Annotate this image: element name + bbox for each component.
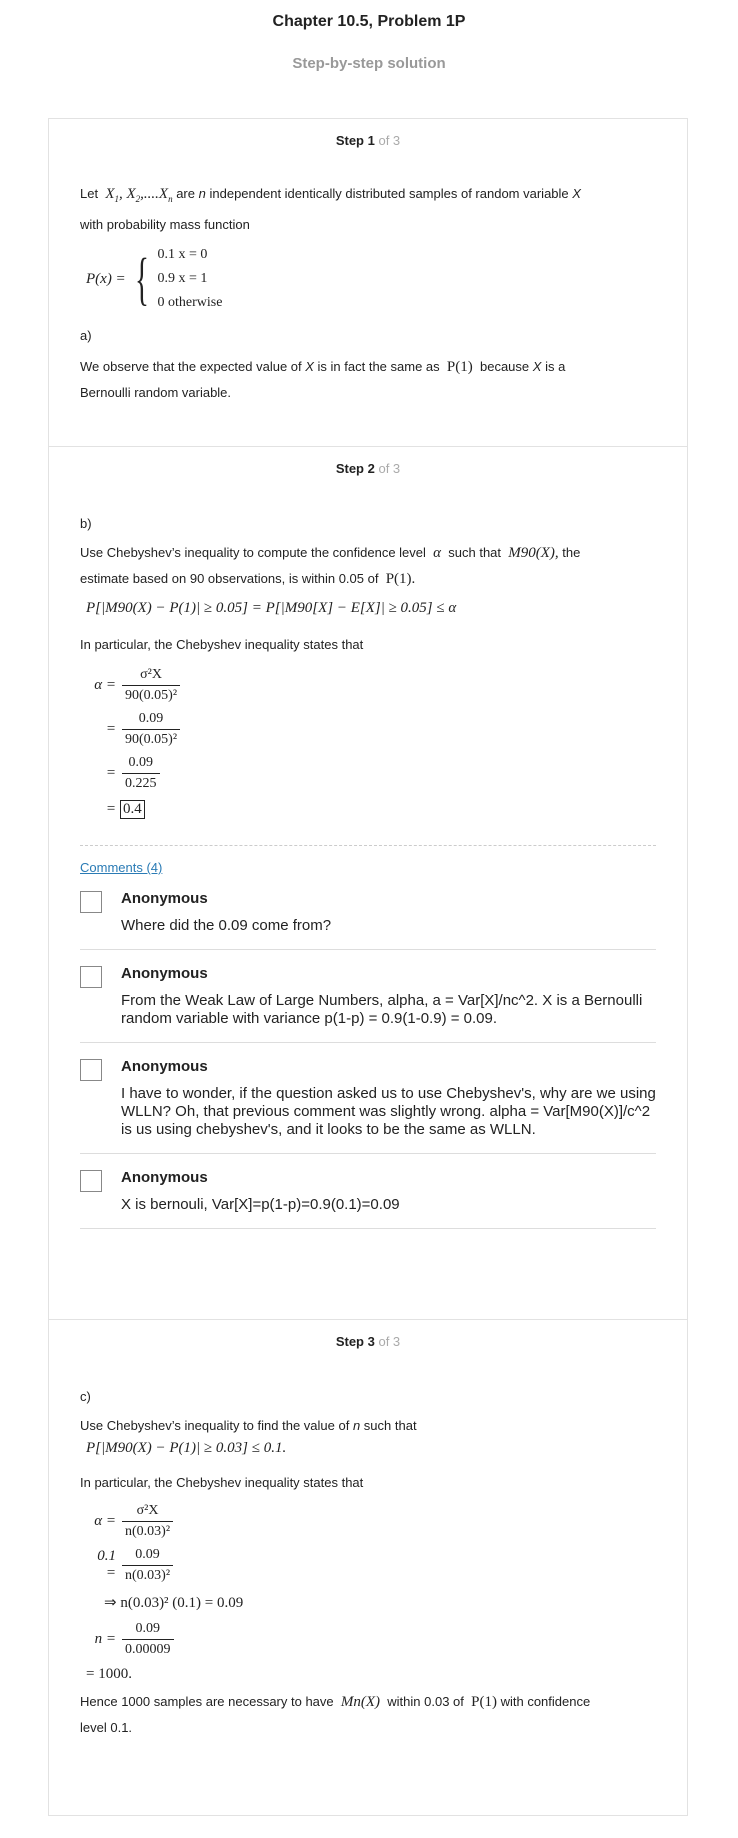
boxed-answer: 0.4 xyxy=(120,799,145,819)
eq-row: = 1000. xyxy=(86,1665,132,1682)
step-1: Step 1 of 3 Let X1, X2,....Xn are n inde… xyxy=(49,119,687,447)
comment-item: Anonymous I have to wonder, if the quest… xyxy=(80,1043,656,1154)
step-2-particular: In particular, the Chebyshev inequality … xyxy=(80,637,364,652)
step-2-intro: Use Chebyshev’s inequality to compute th… xyxy=(80,545,581,587)
step-3: Step 3 of 3 c) Use Chebyshev’s inequalit… xyxy=(49,1320,687,1815)
comment-author: Anonymous xyxy=(121,1169,208,1186)
step-1-observation: We observe that the expected value of X … xyxy=(80,359,566,400)
eq-row: n = 0.09 0.00009 xyxy=(86,1617,656,1661)
part-c-label: c) xyxy=(80,1389,91,1404)
step-2-equations: α = σ²X 90(0.05)² = 0.09 90(0.05)² = 0.09 0… xyxy=(86,663,656,823)
avatar xyxy=(80,1059,102,1081)
comment-text: Where did the 0.09 come from? xyxy=(121,917,332,934)
comment-text: X is bernouli, Var[X]=p(1-p)=0.9(0.1)=0.… xyxy=(121,1196,400,1213)
comments-list: Anonymous Where did the 0.09 come from? … xyxy=(80,875,656,1229)
step-3-header: Step 3 of 3 xyxy=(335,1334,401,1349)
page-subtitle: Step-by-step solution xyxy=(292,55,446,72)
avatar xyxy=(80,966,102,988)
step-3-intro: Use Chebyshev’s inequality to find the v… xyxy=(80,1418,417,1433)
step-3-conclusion: Hence 1000 samples are necessary to have… xyxy=(80,1694,591,1735)
comments-divider xyxy=(80,845,656,846)
step-3-inequality: P[|M90(X) − P(1)| ≥ 0.03] ≤ 0.1. xyxy=(86,1440,287,1456)
pmf-equation: P(x) = { 0.1 x = 0 0.9 x = 1 0 otherwise xyxy=(86,246,223,311)
comment-item: Anonymous X is bernouli, Var[X]=p(1-p)=0… xyxy=(80,1154,656,1229)
eq-row: = 0.09 90(0.05)² xyxy=(86,707,656,751)
comment-text: I have to wonder, if the question asked … xyxy=(121,1085,656,1138)
step-3-equations: α = σ²X n(0.03)² 0.1 = 0.09 n(0.03)² ⇒ n(0… xyxy=(86,1499,656,1687)
eq-row: = 0.09 0.225 xyxy=(86,751,656,795)
eq-row: 0.1 = 0.09 n(0.03)² xyxy=(86,1543,656,1587)
step-2: Step 2 of 3 b) Use Chebyshev’s inequalit… xyxy=(49,447,687,1320)
part-b-label: b) xyxy=(80,516,92,531)
comment-author: Anonymous xyxy=(121,1058,208,1075)
comment-item: Anonymous Where did the 0.09 come from? xyxy=(80,875,656,950)
comment-text: From the Weak Law of Large Numbers, alph… xyxy=(121,992,643,1027)
comment-item: Anonymous From the Weak Law of Large Num… xyxy=(80,950,656,1043)
avatar xyxy=(80,1170,102,1192)
eq-row-final: = 0.4 xyxy=(86,795,656,823)
page-title: Chapter 10.5, Problem 1P xyxy=(272,13,466,30)
step-2-header: Step 2 of 3 xyxy=(335,461,401,476)
step-1-header: Step 1 of 3 xyxy=(335,133,401,148)
part-a-label: a) xyxy=(80,328,92,343)
comment-author: Anonymous xyxy=(121,965,208,982)
eq-row: α = σ²X n(0.03)² xyxy=(86,1499,656,1543)
comment-author: Anonymous xyxy=(121,890,208,907)
avatar xyxy=(80,891,102,913)
eq-row: ⇒ n(0.03)² (0.1) = 0.09 xyxy=(104,1594,244,1611)
step-2-inequality: P[|M90(X) − P(1)| ≥ 0.05] = P[|M90[X] − … xyxy=(86,600,457,616)
step-3-particular: In particular, the Chebyshev inequality … xyxy=(80,1475,364,1490)
eq-row: α = σ²X 90(0.05)² xyxy=(86,663,656,707)
solution-card: Step 1 of 3 Let X1, X2,....Xn are n inde… xyxy=(48,118,688,1816)
comments-link[interactable]: Comments (4) xyxy=(80,860,656,875)
step-1-intro: Let X1, X2,....Xn are n independent iden… xyxy=(80,186,581,232)
